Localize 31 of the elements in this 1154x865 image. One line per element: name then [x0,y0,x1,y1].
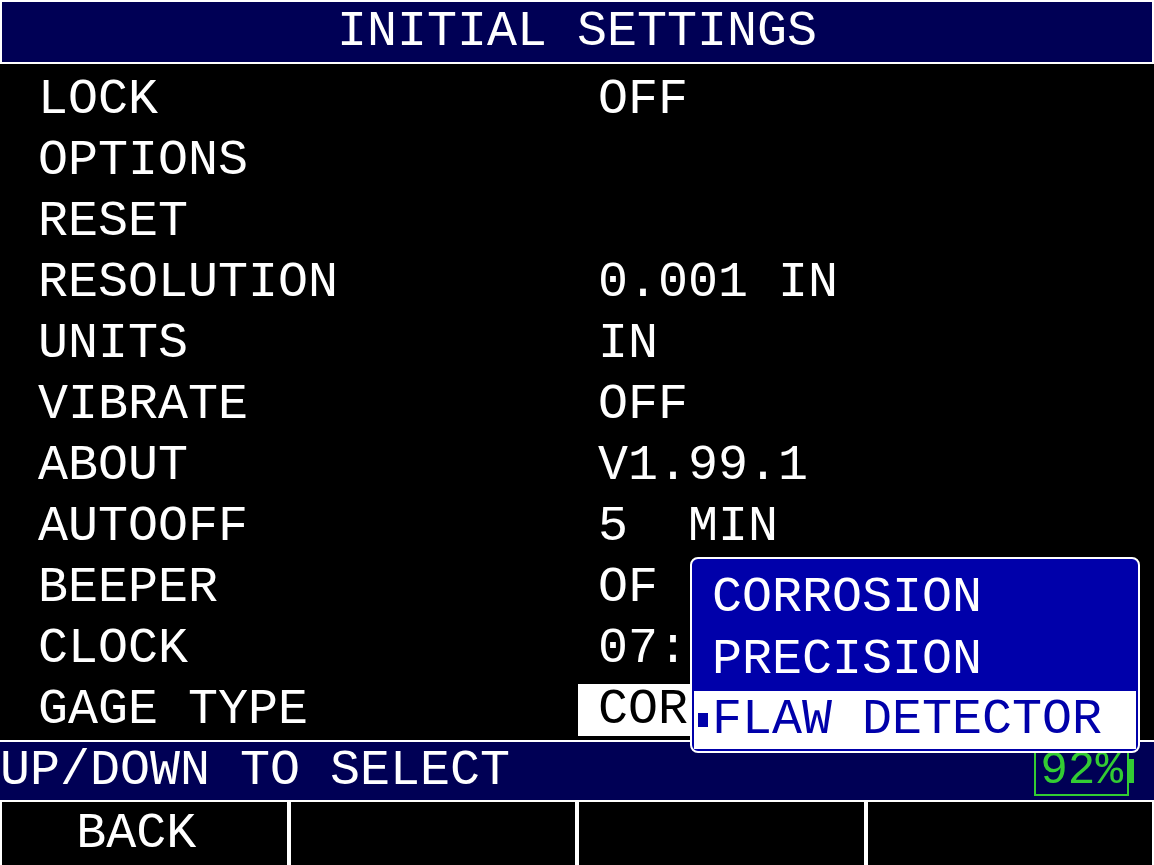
setting-label: LOCK [38,75,160,126]
dropdown-option[interactable]: CORROSION [694,567,1136,629]
title-bar: INITIAL SETTINGS [0,0,1154,64]
softkey[interactable] [865,802,1154,865]
setting-label: ABOUT [38,440,190,491]
setting-row[interactable]: OPTIONS [0,130,578,192]
hint-text: UP/DOWN TO SELECT [0,746,511,796]
setting-label: GAGE TYPE [38,684,310,735]
setting-label: UNITS [38,319,190,370]
dropdown-option[interactable]: PRECISION [694,629,1136,691]
setting-label: VIBRATE [38,380,250,430]
setting-label: RESOLUTION [38,258,340,309]
setting-label: AUTOOFF [38,501,250,552]
setting-label: RESET [38,197,190,248]
setting-value: OFF [597,380,688,430]
setting-value: 5 MIN [597,501,779,552]
setting-value: IN [597,319,658,370]
softkey[interactable] [288,802,577,865]
setting-label: CLOCK [38,623,190,674]
softkey[interactable]: BACK [0,802,289,865]
setting-value: OFF [597,75,688,126]
battery-tip-icon [1129,759,1134,783]
softkey[interactable] [577,802,866,865]
setting-value: V1.99.1 [597,440,809,491]
dropdown-option[interactable]: FLAW DETECTOR [694,691,1136,749]
setting-label: OPTIONS [38,136,250,187]
setting-label: BEEPER [38,562,220,613]
setting-value: OF [597,562,658,613]
setting-row[interactable]: RESET [0,191,578,253]
setting-value: 07: [597,623,688,674]
setting-value: 0.001 IN [597,258,839,309]
